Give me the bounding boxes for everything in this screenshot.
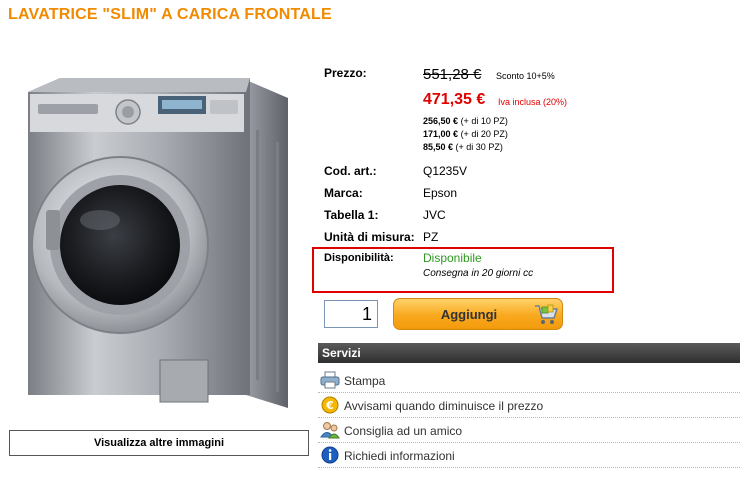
service-recommend[interactable]: Consiglia ad un amico — [318, 418, 740, 443]
service-request-info[interactable]: Richiedi informazioni — [318, 443, 740, 468]
service-label: Consiglia ad un amico — [344, 424, 463, 438]
svg-text:€: € — [325, 399, 334, 412]
tier-price: 256,50 € — [423, 116, 459, 126]
view-more-images-button[interactable]: Visualizza altre immagini — [9, 430, 309, 456]
tier-price: 171,00 € — [423, 129, 459, 139]
brand-label: Marca: — [324, 186, 363, 200]
shopping-cart-icon — [535, 304, 558, 324]
product-title: LAVATRICE "SLIM" A CARICA FRONTALE — [8, 6, 332, 23]
service-label: Richiedi informazioni — [344, 449, 455, 463]
quantity-input[interactable] — [324, 300, 378, 328]
price-tier: 171,00 € (+ di 20 PZ) — [423, 129, 508, 139]
unit-value: PZ — [423, 230, 439, 244]
service-price-alert[interactable]: € Avvisami quando diminuisce il prezzo — [318, 393, 740, 418]
service-label: Avvisami quando diminuisce il prezzo — [344, 399, 544, 413]
product-image[interactable] — [20, 60, 310, 415]
friends-icon — [320, 422, 340, 439]
tier-quantity: (+ di 10 PZ) — [460, 116, 508, 126]
sku-value: Q1235V — [423, 164, 468, 178]
price-tier: 256,50 € (+ di 10 PZ) — [423, 116, 508, 126]
table1-value: JVC — [423, 208, 446, 222]
info-icon — [321, 446, 339, 464]
availability-label: Disponibilità: — [324, 252, 394, 264]
printer-icon — [320, 371, 340, 389]
price-label: Prezzo: — [324, 66, 367, 80]
unit-label: Unità di misura: — [324, 230, 415, 244]
tier-price: 85,50 € — [423, 142, 454, 152]
price-tier: 85,50 € (+ di 30 PZ) — [423, 142, 503, 152]
vat-note: Iva inclusa (20%) — [498, 97, 568, 107]
add-to-cart-button[interactable]: Aggiungi — [393, 298, 563, 330]
add-to-cart-label: Aggiungi — [440, 307, 498, 322]
tier-quantity: (+ di 20 PZ) — [460, 129, 508, 139]
coin-alert-icon: € — [321, 396, 339, 414]
delivery-time: Consegna in 20 giorni cc — [423, 268, 534, 279]
old-price: 551,28 € — [423, 66, 482, 83]
service-label: Stampa — [344, 374, 386, 388]
brand-value: Epson — [423, 186, 458, 200]
services-header: Servizi — [318, 343, 740, 363]
availability-status: Disponibile — [423, 251, 482, 265]
service-print[interactable]: Stampa — [318, 368, 740, 393]
tier-quantity: (+ di 30 PZ) — [455, 142, 503, 152]
sku-label: Cod. art.: — [324, 164, 377, 178]
table1-label: Tabella 1: — [324, 208, 379, 222]
discount-note: Sconto 10+5% — [496, 71, 555, 81]
current-price: 471,35 € — [423, 91, 486, 108]
